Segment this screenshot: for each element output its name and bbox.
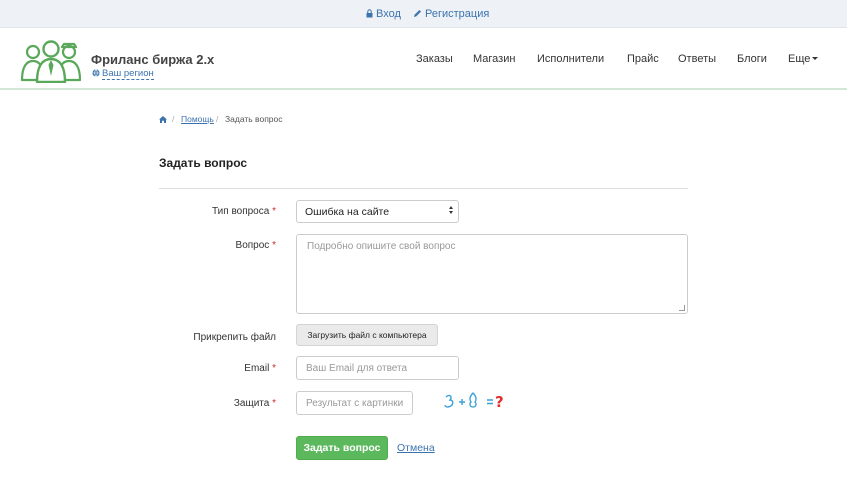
question-textarea[interactable]: Подробно опишите свой вопрос (296, 234, 688, 314)
divider (159, 188, 688, 189)
question-label-text: Вопрос (235, 240, 270, 251)
login-link[interactable]: Вход (366, 8, 401, 20)
region-label: Ваш регион (102, 68, 154, 80)
nav-more-label: Еще (788, 53, 811, 65)
captcha-label-text: Защита (233, 398, 270, 409)
question-type-label-text: Тип вопроса (212, 206, 270, 217)
required-mark: * (272, 398, 276, 409)
lock-icon (366, 9, 373, 18)
nav-blogs[interactable]: Блоги (737, 53, 767, 65)
question-type-value: Ошибка на сайте (305, 206, 390, 218)
nav-orders[interactable]: Заказы (416, 53, 453, 65)
brand-name[interactable]: Фриланс биржа 2.x (91, 52, 214, 67)
question-type-label: Тип вопроса * (156, 206, 276, 217)
resize-handle-icon[interactable] (679, 305, 685, 311)
question-label: Вопрос * (156, 240, 276, 251)
login-label: Вход (376, 8, 401, 20)
cancel-link[interactable]: Отмена (397, 442, 435, 454)
captcha-input[interactable]: Результат с картинки (296, 391, 413, 415)
nav-answers[interactable]: Ответы (678, 53, 716, 65)
required-mark: * (272, 240, 276, 251)
logo-icon[interactable] (20, 35, 82, 83)
top-bar: Вход Регистрация (0, 0, 847, 28)
breadcrumb-help-link[interactable]: Помощь (181, 114, 214, 124)
email-label-text: Email (244, 363, 270, 374)
attach-file-label: Прикрепить файл (193, 332, 276, 343)
site-header: Фриланс биржа 2.x Ваш регион Заказы Мага… (0, 28, 847, 90)
caret-down-icon (812, 57, 819, 60)
email-placeholder: Ваш Email для ответа (306, 363, 408, 374)
email-input[interactable]: Ваш Email для ответа (296, 356, 459, 380)
svg-text:?: ? (495, 393, 504, 411)
breadcrumb-separator: / (172, 114, 175, 124)
submit-question-button[interactable]: Задать вопрос (296, 436, 388, 460)
register-label: Регистрация (425, 8, 490, 20)
required-mark: * (272, 363, 276, 374)
nav-freelancers[interactable]: Исполнители (537, 53, 604, 65)
question-type-select[interactable]: Ошибка на сайте (296, 200, 459, 223)
breadcrumb-separator: / (216, 114, 219, 124)
pencil-icon (414, 10, 421, 17)
nav-more-dropdown[interactable]: Еще (788, 53, 819, 65)
required-mark: * (272, 206, 276, 217)
home-icon[interactable] (159, 116, 167, 123)
breadcrumb-current: Задать вопрос (225, 114, 283, 124)
register-link[interactable]: Регистрация (413, 8, 489, 20)
nav-price[interactable]: Прайс (627, 53, 659, 65)
globe-icon (92, 69, 100, 77)
captcha-label: Защита * (156, 398, 276, 409)
upload-file-button[interactable]: Загрузить файл с компьютера (296, 324, 438, 346)
captcha-placeholder: Результат с картинки (306, 398, 404, 409)
select-arrows-icon (449, 206, 453, 214)
captcha-image: ? (444, 392, 504, 411)
page-title: Задать вопрос (159, 156, 248, 170)
region-selector[interactable]: Ваш регион (92, 68, 154, 80)
question-placeholder: Подробно опишите свой вопрос (307, 241, 456, 252)
nav-shop[interactable]: Магазин (473, 53, 515, 65)
email-label: Email * (156, 363, 276, 374)
